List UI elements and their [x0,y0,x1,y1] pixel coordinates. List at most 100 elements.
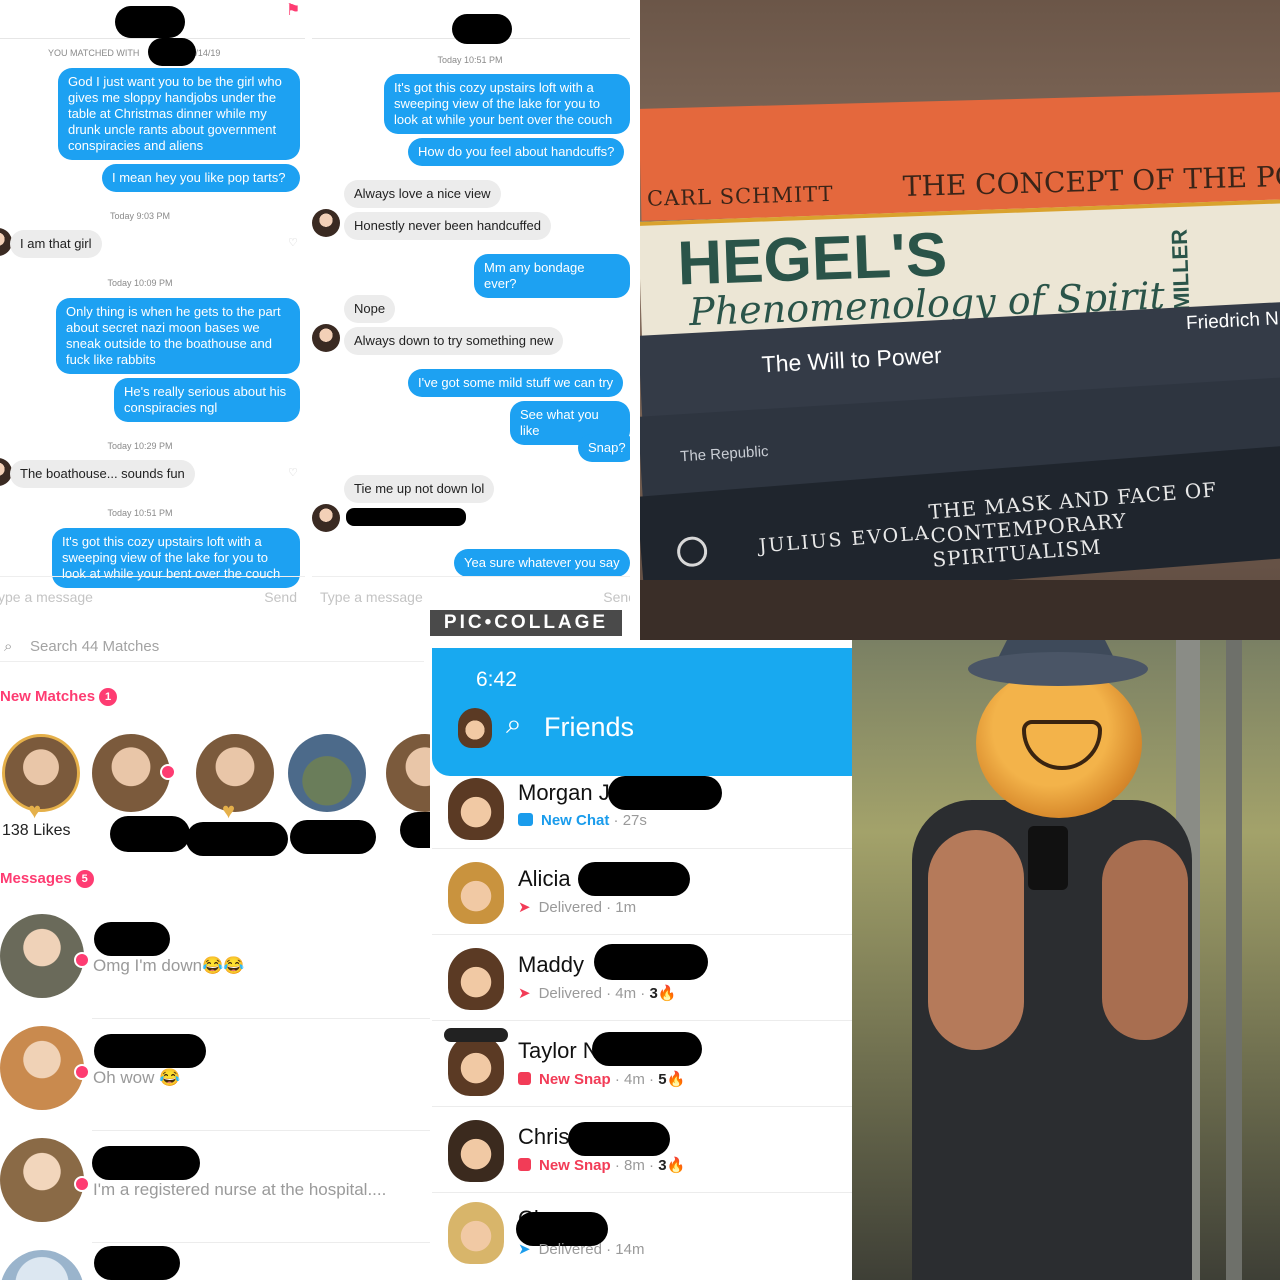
witch-hat-icon [444,1028,508,1042]
send-button[interactable]: Send [603,589,630,605]
arm [1102,840,1188,1040]
search-icon[interactable]: ⌕ [506,708,522,741]
divider [432,1106,852,1107]
new-matches-heading: New Matches 1 [0,688,118,706]
message-bubble: Mm any bondage ever? [474,254,630,298]
flag-icon[interactable]: ⚑ [286,0,300,20]
message-input[interactable]: ype a message Send [0,576,305,616]
heart-icon[interactable]: ♡ [288,466,298,479]
match-avatar[interactable] [92,734,170,812]
unread-dot [74,1064,90,1080]
profile-bitmoji-icon[interactable] [458,708,492,748]
avatar [312,324,340,352]
message-bubble: It's got this cozy upstairs loft with a … [384,74,630,134]
chat-bubble-icon [518,813,533,826]
new-snap-icon [518,1072,531,1085]
message-bubble: Nope [344,295,396,323]
friend-bitmoji-icon [448,862,504,924]
message-bubble: Only thing is when he gets to the part a… [56,298,300,374]
timestamp: Today 10:09 PM [107,278,173,288]
message-bubble: Honestly never been handcuffed [344,212,551,240]
message-thread[interactable]: Omg I'm down😂😂 [0,910,430,1020]
delivered-arrow-icon: ➤ [518,1241,531,1258]
book-title: THE MASK AND FACE OF CONTEMPORARY SPIRIT… [927,477,1218,572]
streak-count: 5🔥 [658,1071,686,1088]
phone-icon [1028,826,1068,890]
unread-dot [160,764,176,780]
friend-bitmoji-icon [448,778,504,840]
thread-avatar[interactable] [0,1250,84,1280]
friend-row[interactable]: Ch ➤Delivered · 14m [432,1196,852,1280]
thread-avatar [0,914,84,998]
new-matches-badge: 1 [99,688,118,706]
thread-avatar [0,1026,84,1110]
friend-name: Morgan J [518,780,610,805]
avatar [312,209,340,237]
streak-count: 3🔥 [658,1157,686,1174]
friend-status: ➤ Delivered · 14m [518,1241,645,1258]
header-title: Friends [544,712,635,742]
friend-row[interactable]: Alicia ➤ Delivered · 1m [432,852,852,936]
divider [92,1018,430,1019]
book-title: THE CONCEPT OF THE POLITIC [902,157,1280,204]
books-photo: CARL SCHMITT THE CONCEPT OF THE POLITIC … [640,0,1280,640]
book-title: The Will to Power [760,342,943,378]
friend-status: ➤ Delivered · 4m · 3🔥 [518,985,677,1002]
friend-row[interactable]: Maddy ➤ Delivered · 4m · 3🔥 [432,938,852,1022]
send-button[interactable]: Send [264,589,297,605]
divider [92,1130,430,1131]
message-input-placeholder: Type a message [320,589,423,605]
friend-status: New Snap · 4m · 5🔥 [518,1070,685,1088]
search-bar[interactable]: ⌕ Search 44 Matches [0,640,424,662]
redaction [400,812,430,848]
delivered-arrow-icon: ➤ [518,985,531,1002]
message-bubble: I am that girl [10,230,102,258]
friend-row[interactable]: Chris New Snap · 8m · 3🔥 [432,1110,852,1194]
book-emblem-icon [675,535,709,568]
divider [432,848,852,849]
friend-row[interactable]: Morgan J New Chat · 27s [432,766,852,850]
message-thread[interactable]: I'm a registered nurse at the hospital..… [0,1134,430,1244]
message-bubble: He's really serious about his conspiraci… [114,378,300,422]
redaction [92,1146,200,1180]
divider [432,934,852,935]
match-avatar[interactable] [288,734,366,812]
shelf-surface [640,580,1280,640]
book-author: CARL SCHMITT [646,181,834,211]
arm [928,830,1024,1050]
message-bubble: I've got some mild stuff we can try [408,369,624,397]
header-divider [0,38,305,39]
friend-name: Maddy [518,952,585,977]
message-thread[interactable]: Oh wow 😂 [0,1022,430,1132]
message-bubble: Yea sure whatever you say [454,549,630,577]
gold-heart-icon: ♥ [28,798,42,823]
friend-name: Taylor N [518,1038,599,1063]
snap-header: 6:42 ⌕ Friends [432,648,852,776]
book-title: The Republic [679,442,770,466]
friend-status: New Chat · 27s [518,812,647,829]
search-input[interactable]: Search 44 Matches [30,640,159,655]
redaction [592,1032,702,1066]
friend-status: New Snap · 8m · 3🔥 [518,1156,685,1174]
thread-preview: Omg I'm down😂😂 [93,956,245,975]
book-author: Friedrich N [1185,308,1280,335]
friend-bitmoji-icon [448,1202,504,1264]
redaction [94,1246,180,1280]
heart-icon[interactable]: ♡ [288,236,298,249]
redaction [346,508,466,526]
chat-screenshot-right: Today 10:51 PM It's got this cozy upstai… [312,0,630,640]
thread-preview: I'm a registered nurse at the hospital..… [93,1180,387,1199]
match-avatar[interactable] [386,734,430,812]
thread-preview: Oh wow 😂 [93,1068,181,1087]
tinder-matches-screenshot: ⌕ Search 44 Matches New Matches 1 ♥ 138 L… [0,640,430,1280]
friend-row[interactable]: Taylor N New Snap · 4m · 5🔥 [432,1024,852,1108]
message-bubble: God I just want you to be the girl who g… [58,68,300,160]
redaction [452,14,512,44]
snapchat-friends-screenshot: 6:42 ⌕ Friends Morgan J New Chat · 27s A… [432,648,852,1280]
search-icon: ⌕ [4,640,13,655]
redaction [568,1122,670,1156]
divider [92,1242,430,1243]
redaction [608,776,722,810]
friend-bitmoji-icon [448,1034,504,1096]
watermark: PIC•COLLAGE [430,610,622,636]
